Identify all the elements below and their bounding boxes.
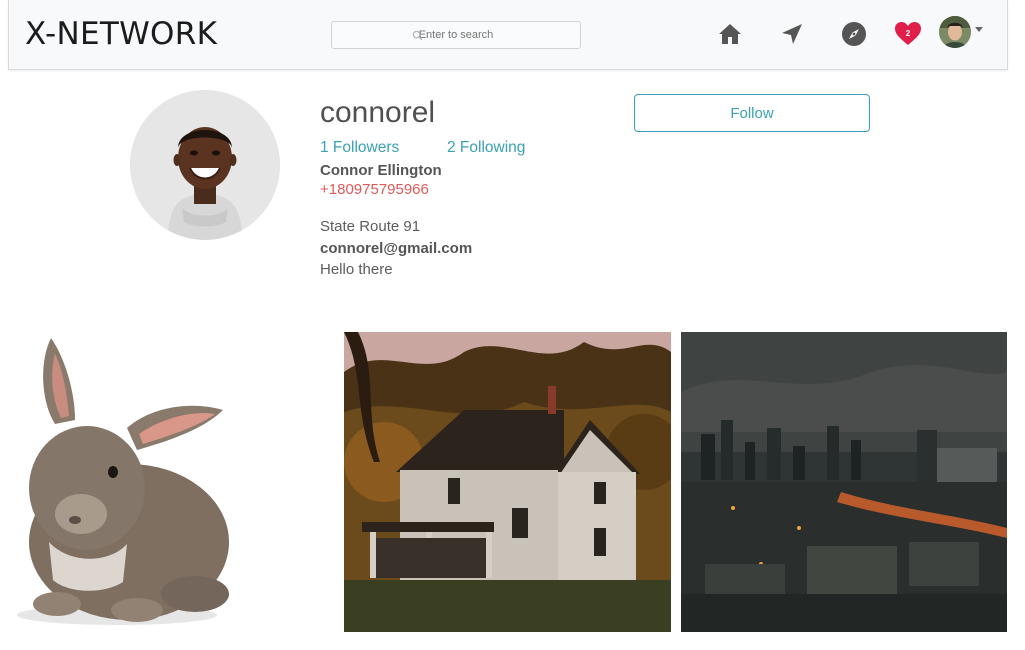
profile-address: State Route 91	[320, 218, 421, 235]
caret-down-icon[interactable]	[975, 27, 983, 32]
profile-phone: +180975795966	[320, 181, 429, 198]
profile-bio: Hello there	[320, 261, 393, 278]
followers-link[interactable]: 1 Followers	[320, 139, 399, 157]
direct-button[interactable]	[777, 19, 807, 49]
profile-full-name: Connor Ellington	[320, 162, 442, 179]
following-link[interactable]: 2 Following	[447, 139, 525, 157]
profile-photo	[130, 90, 280, 240]
profile-email: connorel@gmail.com	[320, 240, 473, 257]
compass-icon	[842, 22, 866, 46]
notification-count: 2	[905, 29, 911, 38]
user-avatar[interactable]	[939, 16, 971, 48]
post-city-photo[interactable]	[681, 332, 1007, 632]
top-navbar: X-NETWORK 2	[8, 0, 1008, 70]
direct-icon	[782, 24, 802, 44]
follow-button[interactable]: Follow	[634, 94, 870, 132]
profile-username: connorel	[320, 96, 436, 129]
brand-logo[interactable]: X-NETWORK	[25, 16, 217, 52]
explore-button[interactable]	[839, 19, 869, 49]
post-house-photo[interactable]	[344, 332, 671, 632]
avatar	[939, 16, 971, 48]
search-icon	[412, 30, 423, 41]
home-button[interactable]	[715, 19, 745, 49]
search-box[interactable]	[331, 21, 581, 49]
activity-button[interactable]: 2	[893, 19, 923, 49]
search-input[interactable]	[332, 22, 580, 48]
home-icon	[719, 24, 741, 44]
post-rabbit-photo[interactable]	[9, 332, 335, 632]
